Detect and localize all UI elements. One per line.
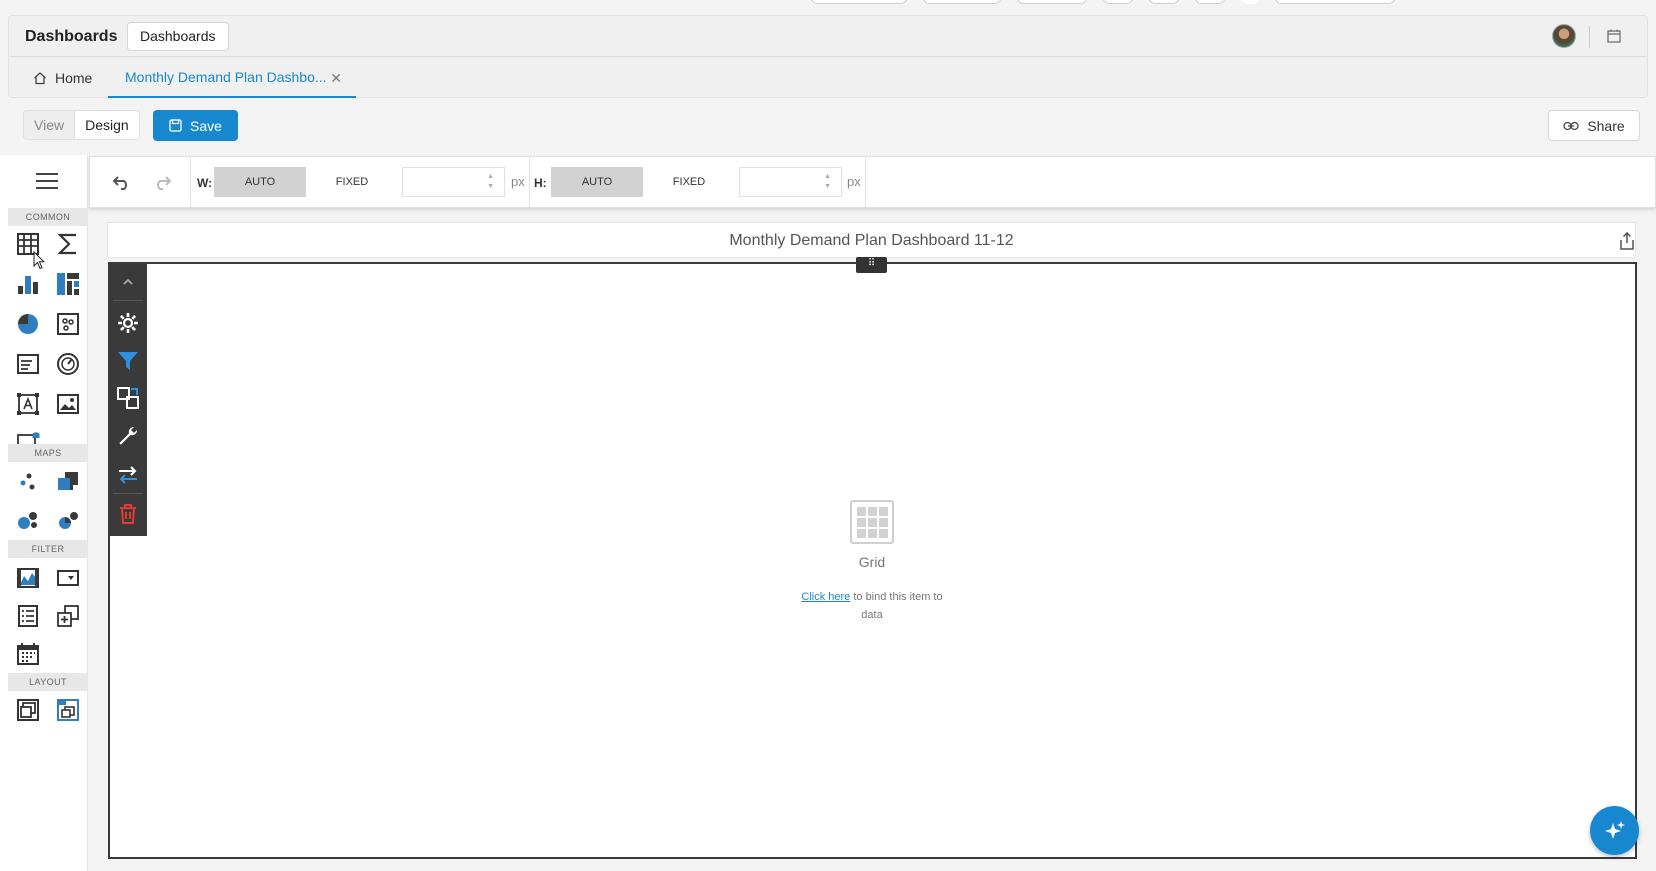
save-label: Save: [190, 117, 222, 134]
height-spinner[interactable]: ▲ ▼: [824, 172, 831, 192]
tab-active-label: Monthly Demand Plan Dashbo...: [125, 69, 327, 85]
section-common: COMMON: [8, 208, 88, 226]
trash-icon[interactable]: [116, 502, 140, 526]
design-mode-button[interactable]: Design: [74, 111, 139, 139]
separator: [529, 157, 530, 207]
filter-icon[interactable]: [116, 349, 140, 373]
breadcrumb-dashboards[interactable]: Dashboards: [127, 22, 229, 51]
width-input[interactable]: ▲ ▼: [402, 167, 505, 197]
width-spinner[interactable]: ▲ ▼: [487, 172, 494, 192]
section-maps: MAPS: [8, 444, 88, 462]
header-top-bar: Dashboards Dashboards: [9, 16, 1647, 57]
grid-placeholder-icon: [850, 500, 894, 544]
date-filter-icon[interactable]: [16, 642, 40, 666]
text-box-item-icon[interactable]: [16, 352, 40, 376]
treemap-item-icon[interactable]: [56, 272, 80, 296]
choropleth-map-icon[interactable]: [56, 470, 80, 494]
list-box-filter-icon[interactable]: [16, 604, 40, 628]
separator: [190, 157, 191, 207]
card-sigma-icon[interactable]: [56, 232, 80, 256]
mouse-cursor-icon: [33, 251, 45, 270]
placeholder-label: Grid: [858, 554, 886, 570]
ai-assistant-button[interactable]: [1590, 806, 1639, 855]
section-filter: FILTER: [8, 540, 88, 558]
avatar[interactable]: [1552, 24, 1576, 48]
gauge-item-icon[interactable]: [56, 352, 80, 376]
bubble-map-icon[interactable]: [16, 508, 40, 532]
bind-data-hint: Click here to bind this item to data: [790, 588, 954, 624]
image-item-icon[interactable]: [56, 392, 80, 416]
close-icon[interactable]: ✕: [330, 70, 342, 87]
header-divider: [1589, 26, 1590, 48]
width-fixed-button[interactable]: FIXED: [306, 167, 398, 197]
pie-item-icon[interactable]: [16, 312, 40, 336]
share-button[interactable]: Share: [1548, 110, 1640, 141]
bind-hint-text: to bind this item to data: [850, 591, 943, 621]
bind-data-link[interactable]: Click here: [801, 591, 850, 603]
collapse-chevron-icon[interactable]: [116, 270, 140, 294]
tab-monthly-demand-plan[interactable]: Monthly Demand Plan Dashbo... ✕: [108, 58, 356, 98]
link-icon: [1563, 121, 1579, 130]
undo-icon[interactable]: [112, 174, 132, 190]
share-label: Share: [1587, 117, 1625, 134]
dashboard-title[interactable]: Monthly Demand Plan Dashboard 11-12: [108, 232, 1635, 250]
convert-icon[interactable]: [116, 463, 140, 487]
section-layout: LAYOUT: [8, 673, 88, 691]
tree-view-filter-icon[interactable]: [56, 604, 80, 628]
sparkle-icon: [1604, 820, 1625, 839]
tab-home[interactable]: Home: [25, 58, 100, 98]
width-auto-button[interactable]: AUTO: [214, 167, 306, 197]
height-fixed-button[interactable]: FIXED: [643, 167, 735, 197]
combo-box-filter-icon[interactable]: [56, 566, 80, 590]
export-icon[interactable]: [1619, 232, 1635, 250]
tab-container-icon[interactable]: [56, 698, 80, 722]
gear-icon[interactable]: [116, 311, 140, 335]
top-partial-controls: [810, 0, 1396, 4]
pie-map-icon[interactable]: [56, 508, 80, 532]
geo-point-map-icon[interactable]: [16, 470, 40, 494]
range-filter-icon[interactable]: [16, 566, 40, 590]
height-unit: px: [847, 174, 861, 189]
item-action-menu: [109, 262, 147, 536]
save-button[interactable]: Save: [153, 110, 238, 141]
text-frame-item-icon[interactable]: [16, 392, 40, 416]
height-auto-button[interactable]: AUTO: [551, 167, 643, 197]
wrench-icon[interactable]: [116, 424, 140, 448]
view-design-toggle: View Design: [23, 110, 140, 140]
home-icon: [34, 72, 46, 85]
view-mode-button[interactable]: View: [24, 111, 74, 139]
scatter-item-icon[interactable]: [56, 312, 80, 336]
save-icon: [169, 119, 182, 132]
chart-item-icon[interactable]: [16, 272, 40, 296]
height-input[interactable]: ▲ ▼: [739, 167, 842, 197]
redo-icon[interactable]: [152, 174, 172, 190]
calendar-icon[interactable]: [1607, 29, 1621, 43]
interactivity-icon[interactable]: [116, 386, 140, 410]
group-item-icon[interactable]: [16, 698, 40, 722]
width-unit: px: [511, 174, 525, 189]
app-header: Dashboards Dashboards Home Monthly Deman…: [8, 15, 1648, 98]
dashboard-title-bar: Monthly Demand Plan Dashboard 11-12: [107, 222, 1636, 258]
app-title: Dashboards: [25, 28, 118, 45]
item-size-options-bar: W: AUTO FIXED ▲ ▼ px H: AUTO FIXED ▲ ▼ px: [89, 156, 1656, 208]
tab-home-label: Home: [55, 70, 93, 86]
width-label: W:: [197, 176, 213, 190]
height-label: H:: [534, 176, 547, 190]
menu-icon[interactable]: [36, 173, 58, 194]
drag-handle-icon[interactable]: ⠿: [856, 257, 887, 273]
separator: [865, 157, 866, 207]
